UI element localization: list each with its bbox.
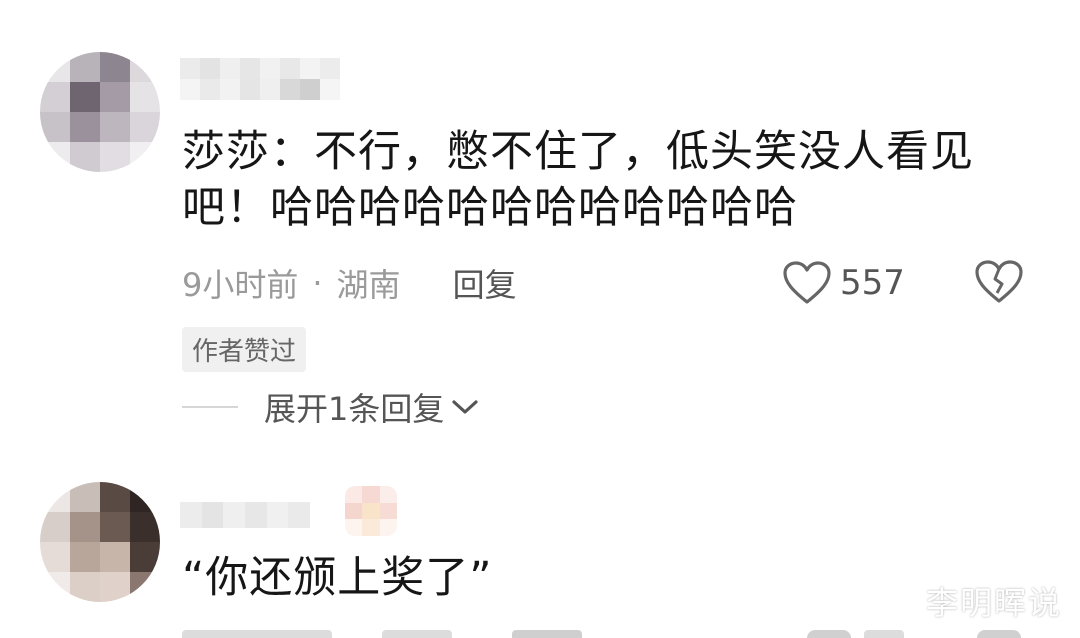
broken-heart-icon — [975, 260, 1023, 303]
avatar[interactable] — [40, 482, 160, 602]
comment-text: 莎莎：不行，憋不住了，低头笑没人看见 吧！哈哈哈哈哈哈哈哈哈哈哈哈 — [182, 124, 1042, 236]
comment-meta: 9小时前 · 湖南 回复 — [182, 258, 517, 308]
comment-location: 湖南 — [336, 266, 401, 304]
comment-text-line: 莎莎：不行，憋不住了，低头笑没人看见 — [182, 127, 974, 177]
reply-button[interactable]: 回复 — [453, 260, 517, 306]
dislike-button[interactable] — [975, 259, 1023, 309]
comment-text: “你还颁上奖了” — [182, 553, 493, 603]
user-badge-blurred — [345, 486, 397, 536]
comment-text-line: 吧！哈哈哈哈哈哈哈哈哈哈哈哈 — [182, 183, 798, 233]
avatar[interactable] — [40, 52, 160, 172]
meta-separator: · — [312, 264, 323, 302]
comment-time: 9小时前 — [182, 266, 299, 304]
author-liked-badge: 作者赞过 — [182, 327, 307, 372]
like-button[interactable]: 557 — [782, 258, 905, 308]
username-blurred[interactable] — [180, 502, 310, 528]
watermark: 李明晖说 — [925, 584, 1062, 622]
username-blurred[interactable] — [180, 58, 340, 100]
like-count: 557 — [840, 263, 905, 303]
comment-meta-partial — [182, 630, 1042, 638]
expand-replies[interactable]: 展开1条回复 — [182, 384, 480, 430]
comment-item: 莎莎：不行，憋不住了，低头笑没人看见 吧！哈哈哈哈哈哈哈哈哈哈哈哈 9小时前 ·… — [0, 0, 1080, 450]
heart-outline-icon — [783, 261, 831, 304]
comment-item: “你还颁上奖了” — [0, 460, 1080, 638]
divider — [182, 406, 238, 408]
chevron-down-icon — [452, 400, 478, 414]
expand-replies-label: 展开1条回复 — [264, 390, 445, 428]
